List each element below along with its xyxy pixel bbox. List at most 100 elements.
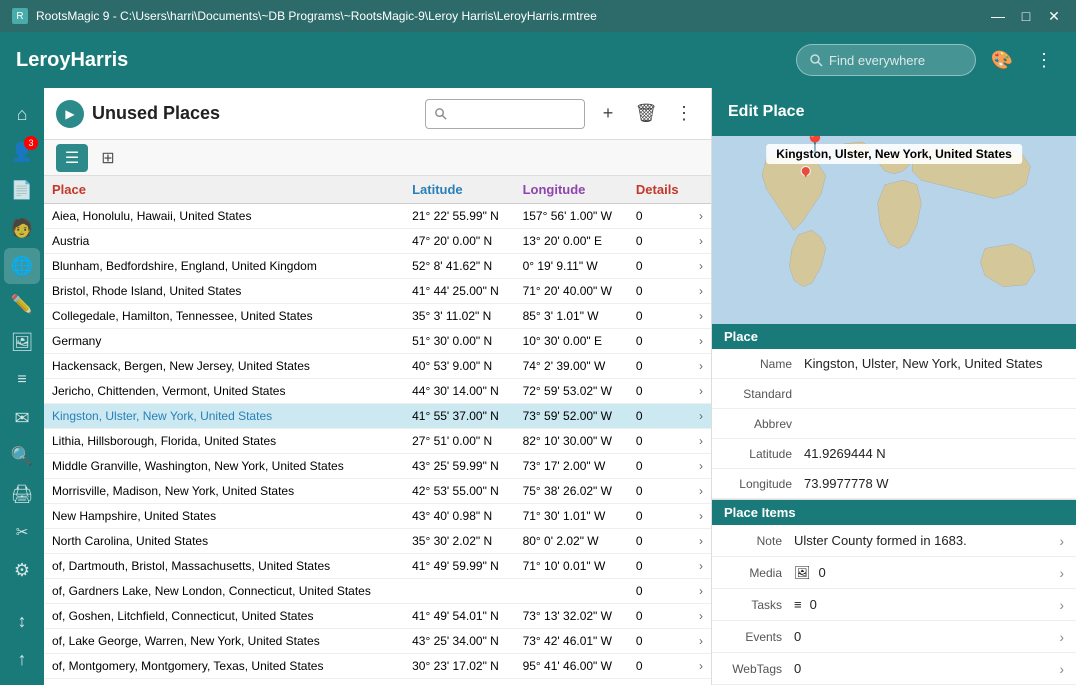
table-row[interactable]: Bristol, Rhode Island, United States 41°… bbox=[44, 279, 711, 304]
row-arrow[interactable]: › bbox=[691, 654, 711, 679]
place-item-row[interactable]: WebTags 0 › bbox=[712, 653, 1076, 685]
place-section: Place Name Kingston, Ulster, New York, U… bbox=[712, 324, 1076, 500]
row-arrow[interactable]: › bbox=[691, 229, 711, 254]
sidebar-item-people[interactable]: 👤 3 bbox=[4, 134, 40, 170]
row-arrow[interactable]: › bbox=[691, 354, 711, 379]
item-chevron-icon[interactable]: › bbox=[1059, 661, 1064, 677]
place-item-row[interactable]: Note Ulster County formed in 1683. › bbox=[712, 525, 1076, 557]
details-cell: 0 bbox=[628, 529, 691, 554]
row-arrow[interactable]: › bbox=[691, 204, 711, 229]
sidebar-item-home[interactable]: ⌂ bbox=[4, 96, 40, 132]
maximize-button[interactable]: □ bbox=[1016, 6, 1036, 26]
close-button[interactable]: ✕ bbox=[1044, 6, 1064, 26]
table-row[interactable]: New Hampshire, United States 43° 40' 0.9… bbox=[44, 504, 711, 529]
sidebar-item-image[interactable]: 🖼 bbox=[4, 324, 40, 360]
place-name-row: Name Kingston, Ulster, New York, United … bbox=[712, 349, 1076, 379]
row-arrow[interactable]: › bbox=[691, 329, 711, 354]
item-chevron-icon[interactable]: › bbox=[1059, 597, 1064, 613]
sidebar-item-globe[interactable]: 🌐 bbox=[4, 248, 40, 284]
tab-map-view[interactable]: ⊞ bbox=[92, 144, 124, 172]
row-arrow[interactable]: › bbox=[691, 604, 711, 629]
play-button[interactable]: ▶ bbox=[56, 100, 84, 128]
table-row[interactable]: Aiea, Honolulu, Hawaii, United States 21… bbox=[44, 204, 711, 229]
place-cell: Jericho, Chittenden, Vermont, United Sta… bbox=[44, 379, 404, 404]
more-menu-button[interactable]: ⋮ bbox=[1028, 44, 1060, 76]
table-row[interactable]: Hackensack, Bergen, New Jersey, United S… bbox=[44, 354, 711, 379]
table-row[interactable]: of, Gardners Lake, New London, Connectic… bbox=[44, 579, 711, 604]
col-header-longitude[interactable]: Longitude bbox=[515, 176, 628, 204]
sidebar-item-document[interactable]: 📄 bbox=[4, 172, 40, 208]
table-row[interactable]: Jericho, Chittenden, Vermont, United Sta… bbox=[44, 379, 711, 404]
place-item-row[interactable]: Media 🖼0 › bbox=[712, 557, 1076, 589]
details-cell: 0 bbox=[628, 229, 691, 254]
item-chevron-icon[interactable]: › bbox=[1059, 533, 1064, 549]
row-arrow[interactable]: › bbox=[691, 529, 711, 554]
sidebar-item-print[interactable]: 🖨 bbox=[4, 476, 40, 512]
row-arrow[interactable]: › bbox=[691, 679, 711, 685]
table-row[interactable]: Collegedale, Hamilton, Tennessee, United… bbox=[44, 304, 711, 329]
table-row[interactable]: Kingston, Ulster, New York, United State… bbox=[44, 404, 711, 429]
row-arrow[interactable]: › bbox=[691, 379, 711, 404]
row-arrow[interactable]: › bbox=[691, 254, 711, 279]
place-item-row[interactable]: Events 0 › bbox=[712, 621, 1076, 653]
delete-button[interactable]: 🗑 bbox=[631, 99, 661, 129]
table-row[interactable]: of, Lake George, Warren, New York, Unite… bbox=[44, 629, 711, 654]
more-options-button[interactable]: ⋮ bbox=[669, 99, 699, 129]
map-container[interactable]: Kingston, Ulster, New York, United State… bbox=[712, 136, 1076, 324]
place-items-list: Note Ulster County formed in 1683. › Med… bbox=[712, 525, 1076, 685]
print-icon: 🖨 bbox=[11, 484, 34, 505]
row-arrow[interactable]: › bbox=[691, 554, 711, 579]
sidebar-item-list[interactable]: ≡ bbox=[4, 362, 40, 398]
sidebar-item-tools[interactable]: ✂ bbox=[4, 514, 40, 550]
table-row[interactable]: North Carolina, United States 35° 30' 2.… bbox=[44, 529, 711, 554]
col-header-latitude[interactable]: Latitude bbox=[404, 176, 514, 204]
item-chevron-icon[interactable]: › bbox=[1059, 629, 1064, 645]
sidebar-item-search[interactable]: 🔍 bbox=[4, 438, 40, 474]
palette-button[interactable]: 🎨 bbox=[986, 44, 1018, 76]
table-row[interactable]: of, Dartmouth, Bristol, Massachusetts, U… bbox=[44, 554, 711, 579]
longitude-cell: 73° 13' 32.02" W bbox=[515, 604, 628, 629]
sidebar-item-person[interactable]: 🧑 bbox=[4, 210, 40, 246]
places-table: Place Latitude Longitude Details Aiea, H… bbox=[44, 176, 711, 685]
row-arrow[interactable]: › bbox=[691, 404, 711, 429]
table-row[interactable]: of, Goshen, Litchfield, Connecticut, Uni… bbox=[44, 604, 711, 629]
sidebar-item-edit[interactable]: ✏️ bbox=[4, 286, 40, 322]
minimize-button[interactable]: — bbox=[988, 6, 1008, 26]
row-arrow[interactable]: › bbox=[691, 504, 711, 529]
latitude-cell: 21° 22' 55.99" N bbox=[404, 204, 514, 229]
table-row[interactable]: Lithia, Hillsborough, Florida, United St… bbox=[44, 429, 711, 454]
place-item-row[interactable]: Tasks ≡0 › bbox=[712, 589, 1076, 621]
tab-list-view[interactable]: ☰ bbox=[56, 144, 88, 172]
row-arrow[interactable]: › bbox=[691, 279, 711, 304]
sidebar-item-mail[interactable]: ✉ bbox=[4, 400, 40, 436]
table-row[interactable]: Germany 51° 30' 0.00" N 10° 30' 0.00" E … bbox=[44, 329, 711, 354]
row-arrow[interactable]: › bbox=[691, 304, 711, 329]
table-row[interactable]: of, Montgomery, Montgomery, Texas, Unite… bbox=[44, 654, 711, 679]
table-row[interactable]: Middle Granville, Washington, New York, … bbox=[44, 454, 711, 479]
item-chevron-icon[interactable]: › bbox=[1059, 565, 1064, 581]
row-arrow[interactable]: › bbox=[691, 454, 711, 479]
sidebar-item-upload[interactable]: ↑ bbox=[4, 641, 40, 677]
place-standard-row: Standard bbox=[712, 379, 1076, 409]
row-arrow[interactable]: › bbox=[691, 629, 711, 654]
places-search-input[interactable] bbox=[425, 99, 585, 129]
longitude-cell: 74° 2' 39.00" W bbox=[515, 354, 628, 379]
row-arrow[interactable]: › bbox=[691, 429, 711, 454]
col-header-place[interactable]: Place bbox=[44, 176, 404, 204]
content-area: ▶ Unused Places + 🗑 ⋮ ☰ ⊞ bbox=[44, 88, 1076, 685]
details-cell: 0 bbox=[628, 279, 691, 304]
right-panel: Edit Place Kingston, Ulster, New York, U… bbox=[712, 88, 1076, 685]
table-row[interactable]: of, Roxbury, Suffolk, Massachusetts, Uni… bbox=[44, 679, 711, 685]
sidebar-item-settings[interactable]: ⚙ bbox=[4, 552, 40, 588]
row-arrow[interactable]: › bbox=[691, 579, 711, 604]
sidebar-item-sync[interactable]: ↕ bbox=[4, 603, 40, 639]
row-arrow[interactable]: › bbox=[691, 479, 711, 504]
item-value: ≡0 bbox=[794, 597, 1059, 612]
table-row[interactable]: Morrisville, Madison, New York, United S… bbox=[44, 479, 711, 504]
table-row[interactable]: Blunham, Bedfordshire, England, United K… bbox=[44, 254, 711, 279]
global-search[interactable]: Find everywhere bbox=[796, 44, 976, 76]
col-header-details[interactable]: Details bbox=[628, 176, 691, 204]
details-cell: 0 bbox=[628, 254, 691, 279]
add-button[interactable]: + bbox=[593, 99, 623, 129]
table-row[interactable]: Austria 47° 20' 0.00" N 13° 20' 0.00" E … bbox=[44, 229, 711, 254]
